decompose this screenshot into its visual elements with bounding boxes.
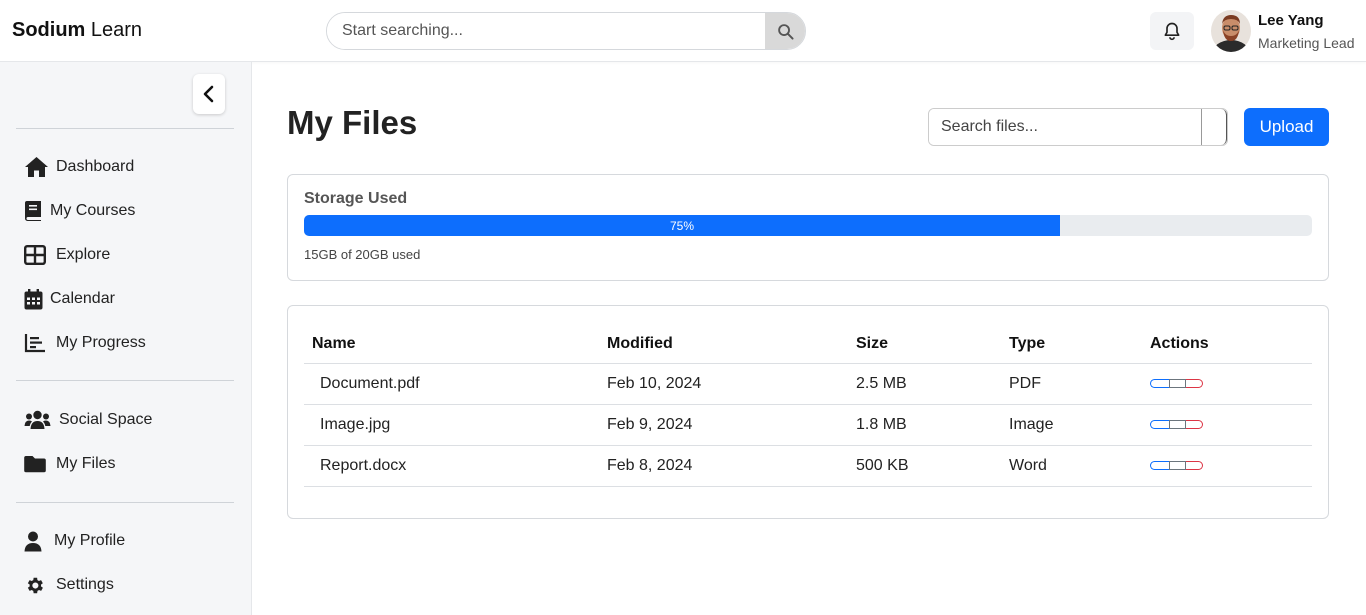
- calendar-icon: [24, 288, 44, 310]
- sidebar: Dashboard My Courses Explore Calendar My…: [0, 62, 252, 615]
- sidebar-item-label: My Files: [56, 455, 116, 472]
- sidebar-item-my-courses[interactable]: My Courses: [24, 196, 135, 226]
- file-size: 2.5 MB: [848, 363, 1001, 405]
- file-actions: [1142, 363, 1312, 405]
- delete-button[interactable]: [1186, 378, 1203, 388]
- sidebar-item-my-profile[interactable]: My Profile: [24, 526, 125, 556]
- notifications-button[interactable]: [1150, 12, 1194, 50]
- sidebar-divider: [16, 380, 234, 381]
- share-button[interactable]: [1169, 378, 1186, 388]
- file-name[interactable]: Document.pdf: [304, 363, 599, 405]
- chart-icon: [24, 333, 50, 353]
- sidebar-item-label: Settings: [56, 576, 114, 593]
- share-button[interactable]: [1169, 460, 1186, 470]
- sidebar-divider: [16, 502, 234, 503]
- book-icon: [24, 200, 44, 222]
- storage-title: Storage Used: [304, 190, 408, 207]
- user-name: Lee Yang: [1258, 12, 1324, 29]
- sidebar-collapse-button[interactable]: [193, 74, 225, 114]
- table-row[interactable]: Image.jpg Feb 9, 2024 1.8 MB Image: [304, 404, 1312, 446]
- home-icon: [24, 156, 50, 178]
- brand-name-light: Learn: [85, 19, 143, 41]
- file-modified: Feb 9, 2024: [599, 404, 848, 446]
- global-search-input[interactable]: [327, 13, 765, 49]
- file-size: 500 KB: [848, 445, 1001, 487]
- file-modified: Feb 8, 2024: [599, 445, 848, 487]
- sidebar-divider: [16, 128, 234, 129]
- avatar[interactable]: [1211, 10, 1251, 52]
- storage-card: Storage Used 75% 15GB of 20GB used: [287, 174, 1329, 281]
- file-actions: [1142, 404, 1312, 446]
- storage-progress-fill: 75%: [304, 215, 1060, 236]
- search-icon: [777, 23, 794, 40]
- column-header-name[interactable]: Name: [304, 322, 599, 364]
- user-avatar-icon: [1211, 10, 1251, 52]
- sidebar-item-settings[interactable]: Settings: [24, 570, 114, 600]
- share-button[interactable]: [1169, 419, 1186, 429]
- global-search: [326, 12, 806, 50]
- file-search-button[interactable]: [1201, 109, 1227, 145]
- sidebar-item-label: Dashboard: [56, 158, 135, 175]
- sidebar-item-label: Calendar: [50, 290, 115, 307]
- table-header-row: Name Modified Size Type Actions: [304, 322, 1312, 364]
- delete-button[interactable]: [1186, 419, 1203, 429]
- column-header-actions: Actions: [1142, 322, 1312, 364]
- sidebar-item-social-space[interactable]: Social Space: [24, 405, 152, 435]
- user-icon: [24, 531, 48, 552]
- file-type: Word: [1001, 445, 1142, 487]
- brand-name-bold: Sodium: [12, 19, 86, 41]
- download-button[interactable]: [1150, 460, 1169, 470]
- page-title: My Files: [287, 104, 418, 141]
- sidebar-item-my-progress[interactable]: My Progress: [24, 328, 146, 358]
- file-name[interactable]: Image.jpg: [304, 404, 599, 446]
- folder-icon: [24, 455, 50, 473]
- table-row[interactable]: Report.docx Feb 8, 2024 500 KB Word: [304, 445, 1312, 487]
- sidebar-item-label: My Progress: [56, 334, 146, 351]
- sidebar-item-label: Social Space: [59, 411, 153, 428]
- table-row[interactable]: Document.pdf Feb 10, 2024 2.5 MB PDF: [304, 363, 1312, 405]
- file-type: Image: [1001, 404, 1142, 446]
- action-button-group: [1150, 419, 1203, 429]
- grid-icon: [24, 245, 50, 265]
- storage-progress-bar: 75%: [304, 215, 1312, 236]
- brand-logo[interactable]: Sodium Learn: [12, 19, 142, 42]
- sidebar-item-explore[interactable]: Explore: [24, 240, 110, 270]
- action-button-group: [1150, 460, 1203, 470]
- users-icon: [24, 410, 53, 430]
- global-search-button[interactable]: [765, 13, 805, 49]
- storage-used-text: 15GB of 20GB used: [304, 247, 421, 262]
- column-header-modified[interactable]: Modified: [599, 322, 848, 364]
- file-search-input[interactable]: [929, 109, 1201, 145]
- files-table: Name Modified Size Type Actions Document…: [304, 322, 1312, 487]
- sidebar-item-label: My Profile: [54, 532, 126, 549]
- file-modified: Feb 10, 2024: [599, 363, 848, 405]
- sidebar-item-label: Explore: [56, 246, 111, 263]
- sidebar-item-dashboard[interactable]: Dashboard: [24, 152, 134, 182]
- delete-button[interactable]: [1186, 460, 1203, 470]
- chevron-left-icon: [203, 85, 214, 103]
- top-navbar: Sodium Learn Lee Yang Marketing Lead: [0, 0, 1366, 62]
- download-button[interactable]: [1150, 419, 1169, 429]
- action-button-group: [1150, 378, 1203, 388]
- file-name[interactable]: Report.docx: [304, 445, 599, 487]
- upload-button[interactable]: Upload: [1244, 108, 1329, 146]
- file-actions: [1142, 445, 1312, 487]
- bell-icon: [1164, 22, 1180, 41]
- file-size: 1.8 MB: [848, 404, 1001, 446]
- sidebar-item-my-files[interactable]: My Files: [24, 449, 116, 479]
- files-card: Name Modified Size Type Actions Document…: [287, 305, 1329, 519]
- file-type: PDF: [1001, 363, 1142, 405]
- sidebar-item-label: My Courses: [50, 202, 136, 219]
- file-search: [928, 108, 1228, 146]
- sidebar-item-calendar[interactable]: Calendar: [24, 284, 115, 314]
- gear-icon: [24, 575, 50, 596]
- download-button[interactable]: [1150, 378, 1169, 388]
- column-header-size[interactable]: Size: [848, 322, 1001, 364]
- column-header-type[interactable]: Type: [1001, 322, 1142, 364]
- user-role: Marketing Lead: [1258, 35, 1355, 51]
